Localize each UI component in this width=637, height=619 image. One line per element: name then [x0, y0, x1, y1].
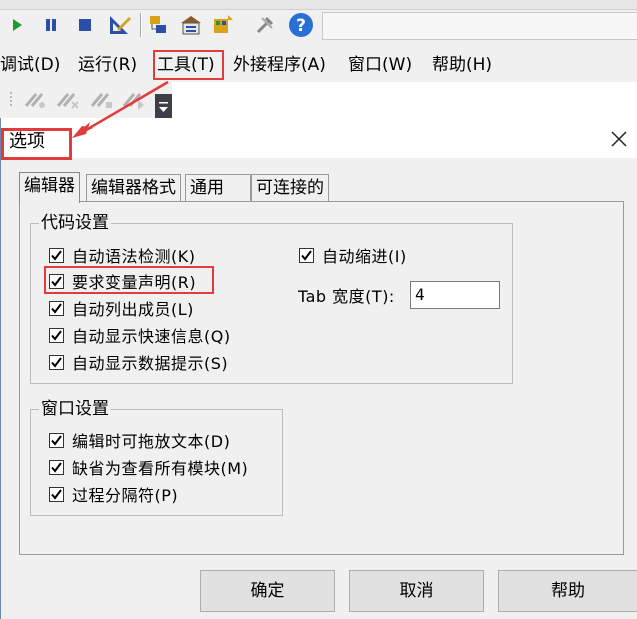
uncomment-block-icon[interactable] — [54, 88, 80, 112]
tab-width-input[interactable]: 4 — [410, 281, 500, 309]
run-button[interactable] — [4, 12, 30, 38]
toolbar-top-edge — [0, 0, 637, 10]
tab-editor[interactable]: 编辑器 — [19, 172, 80, 203]
object-browser-button[interactable] — [210, 12, 236, 38]
option-procedure-separator[interactable]: 过程分隔符(P) — [49, 483, 178, 505]
ok-button[interactable]: 确定 — [200, 570, 335, 612]
comment-block-icon[interactable] — [22, 88, 48, 112]
help-dialog-button[interactable]: 帮助 — [498, 570, 637, 612]
window-settings-title: 窗口设置 — [39, 398, 111, 420]
option-auto-list-members[interactable]: 自动列出成员(L) — [49, 297, 194, 319]
design-mode-button[interactable] — [106, 12, 132, 38]
run-icon — [13, 19, 22, 31]
checkbox[interactable] — [49, 486, 64, 502]
checkmark-icon — [51, 302, 62, 314]
svg-text:?: ? — [296, 16, 306, 36]
toolbox-button[interactable] — [252, 12, 278, 38]
edit-toolbar — [0, 82, 172, 118]
checkbox[interactable] — [49, 432, 64, 448]
option-label: 自动缩进(I) — [322, 247, 407, 266]
checkmark-icon — [51, 434, 62, 446]
toolbar-options-dropdown[interactable] — [155, 94, 172, 118]
chevron-down-icon — [159, 102, 168, 112]
project-explorer-button[interactable] — [146, 12, 172, 38]
option-label: 缺省为查看所有模块(M) — [72, 459, 249, 478]
option-auto-quick-info[interactable]: 自动显示快速信息(Q) — [49, 324, 231, 346]
pause-button[interactable] — [38, 12, 64, 38]
checkmark-icon — [51, 356, 62, 368]
option-label: 自动显示快速信息(Q) — [72, 327, 231, 346]
pause-icon — [46, 19, 56, 31]
option-label: 编辑时可拖放文本(D) — [72, 432, 231, 451]
standard-toolbar: ? — [0, 0, 637, 48]
checkmark-icon — [301, 249, 312, 261]
properties-button[interactable] — [178, 12, 204, 38]
option-label: 过程分隔符(P) — [72, 486, 179, 505]
checkbox[interactable] — [49, 247, 64, 263]
stop-icon — [79, 19, 91, 31]
checkbox[interactable] — [49, 459, 64, 475]
option-label: 自动列出成员(L) — [72, 300, 194, 319]
toolbar-empty-area — [322, 12, 637, 40]
menu-debug[interactable]: 调试(D) — [0, 52, 60, 78]
design-mode-icon — [110, 16, 131, 34]
menu-addins[interactable]: 外接程序(A) — [233, 52, 326, 78]
toolbar-separator — [140, 13, 142, 37]
help-button[interactable]: ? — [288, 12, 314, 38]
tab-width-label: Tab 宽度(T): — [298, 287, 395, 306]
option-default-full-module-view[interactable]: 缺省为查看所有模块(M) — [49, 456, 248, 478]
toggle-bookmark-icon[interactable] — [88, 88, 114, 112]
option-auto-indent[interactable]: 自动缩进(I) — [299, 244, 407, 266]
checkmark-icon — [51, 461, 62, 473]
option-auto-syntax-check[interactable]: 自动语法检测(K) — [49, 244, 195, 266]
menu-bar: 调试(D) 运行(R) 工具(T) 外接程序(A) 窗口(W) 帮助(H) — [0, 48, 637, 82]
help-icon: ? — [289, 13, 313, 37]
option-label: 自动语法检测(K) — [72, 247, 196, 266]
menu-help[interactable]: 帮助(H) — [432, 52, 492, 78]
checkmark-icon — [51, 488, 62, 500]
tab-general[interactable]: 通用 — [185, 174, 251, 202]
menu-window[interactable]: 窗口(W) — [348, 52, 412, 78]
close-icon[interactable] — [609, 129, 629, 149]
stop-button[interactable] — [72, 12, 98, 38]
option-label: 自动显示数据提示(S) — [72, 354, 229, 373]
option-auto-data-tips[interactable]: 自动显示数据提示(S) — [49, 351, 228, 373]
checkmark-icon — [51, 329, 62, 341]
checkbox[interactable] — [49, 327, 64, 343]
checkbox[interactable] — [49, 354, 64, 370]
next-bookmark-icon[interactable] — [120, 88, 146, 112]
cancel-button[interactable]: 取消 — [349, 570, 484, 612]
checkbox[interactable] — [49, 300, 64, 316]
option-drag-drop-text-editing[interactable]: 编辑时可拖放文本(D) — [49, 429, 230, 451]
checkmark-icon — [51, 249, 62, 261]
tab-docking[interactable]: 可连接的 — [251, 174, 329, 202]
checkbox[interactable] — [299, 247, 314, 263]
object-browser-icon — [214, 15, 233, 33]
dialog-title-highlight — [1, 128, 72, 160]
properties-icon — [181, 16, 201, 35]
toolbox-icon — [256, 16, 274, 34]
require-declaration-highlight — [44, 266, 214, 294]
code-settings-title: 代码设置 — [39, 212, 111, 234]
tools-menu-highlight — [153, 50, 224, 80]
menu-run[interactable]: 运行(R) — [78, 52, 137, 78]
tab-editor-format[interactable]: 编辑器格式 — [86, 174, 181, 202]
project-explorer-icon — [150, 16, 166, 33]
dialog-titlebar: 选项 — [1, 118, 637, 158]
